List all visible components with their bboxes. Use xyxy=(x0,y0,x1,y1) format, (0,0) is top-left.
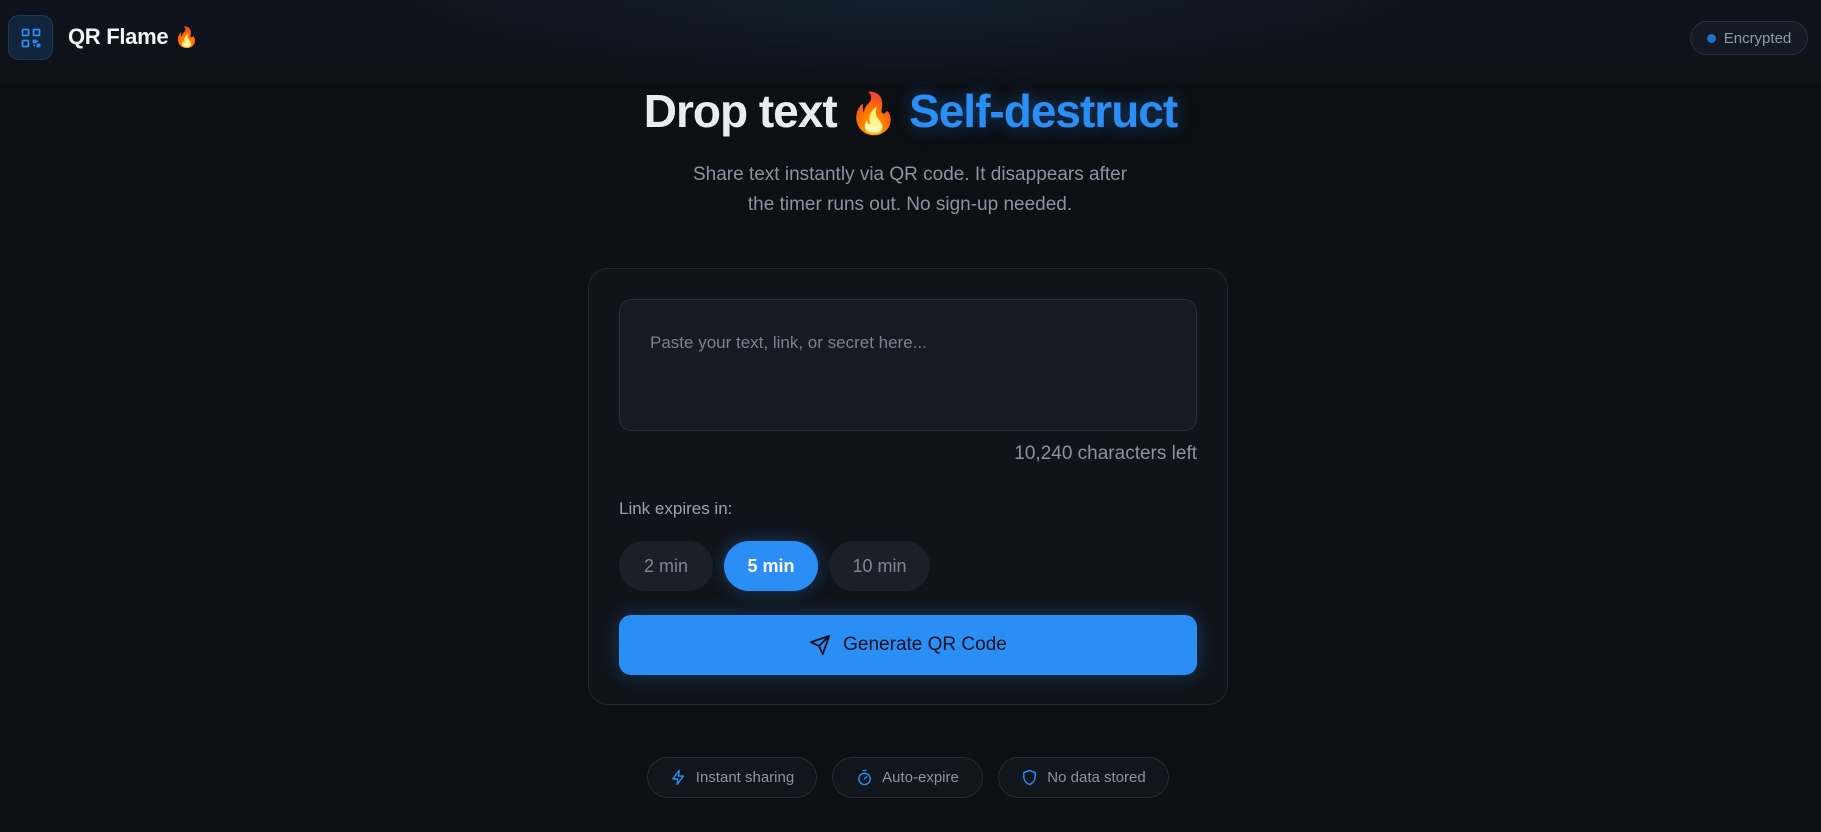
hero-subtitle-line1: Share text instantly via QR code. It dis… xyxy=(692,164,1128,185)
shield-icon xyxy=(1023,769,1037,786)
hero-title: Drop text 🔥 Self-destruct xyxy=(0,84,1821,138)
send-icon xyxy=(810,634,831,656)
status-dot-icon xyxy=(1706,33,1716,43)
feature-label: No data stored xyxy=(1047,769,1146,786)
expiry-option-10-min[interactable]: 10 min xyxy=(829,541,930,591)
generate-qr-button[interactable]: Generate QR Code xyxy=(619,615,1197,675)
expires-label: Link expires in: xyxy=(619,499,733,518)
share-form-card: 10,240 characters left Link expires in: … xyxy=(588,268,1228,705)
expiry-option-label: 10 min xyxy=(852,555,907,576)
expiry-option-label: 2 min xyxy=(643,555,688,576)
expiry-option-2-min[interactable]: 2 min xyxy=(619,541,713,591)
feature-label: Instant sharing xyxy=(695,769,795,786)
hero-title-accent: Self-destruct xyxy=(909,85,1178,137)
top-bar-glow xyxy=(390,0,1420,84)
characters-left-counter: 10,240 characters left xyxy=(1014,443,1197,464)
logo-qr-icon[interactable] xyxy=(8,15,53,60)
encrypted-badge: Encrypted xyxy=(1690,21,1808,55)
hero-subtitle-line2: the timer runs out. No sign-up needed. xyxy=(747,194,1073,215)
secret-text-input[interactable] xyxy=(619,299,1197,431)
lightning-icon xyxy=(671,769,684,786)
fire-emoji-icon: 🔥 xyxy=(174,27,199,49)
timer-icon xyxy=(858,769,872,786)
hero-subtitle: Share text instantly via QR code. It dis… xyxy=(660,160,1160,220)
generate-qr-label: Generate QR Code xyxy=(843,634,1007,655)
encrypted-label: Encrypted xyxy=(1723,29,1792,47)
hero-title-part1: Drop text xyxy=(643,85,838,137)
brand-name[interactable]: QR Flame 🔥 xyxy=(68,24,199,50)
feature-no-data-stored: No data stored xyxy=(998,757,1169,798)
hero-fire-icon: 🔥 xyxy=(848,92,898,136)
top-bar: QR Flame 🔥 Encrypted xyxy=(0,0,1821,84)
expiry-option-label: 5 min xyxy=(747,555,795,576)
feature-auto-expire: Auto-expire xyxy=(832,757,983,798)
feature-instant-sharing: Instant sharing xyxy=(647,757,817,798)
feature-label: Auto-expire xyxy=(882,769,959,786)
brand-label: QR Flame xyxy=(68,24,169,49)
expiry-option-5-min[interactable]: 5 min xyxy=(724,541,818,591)
